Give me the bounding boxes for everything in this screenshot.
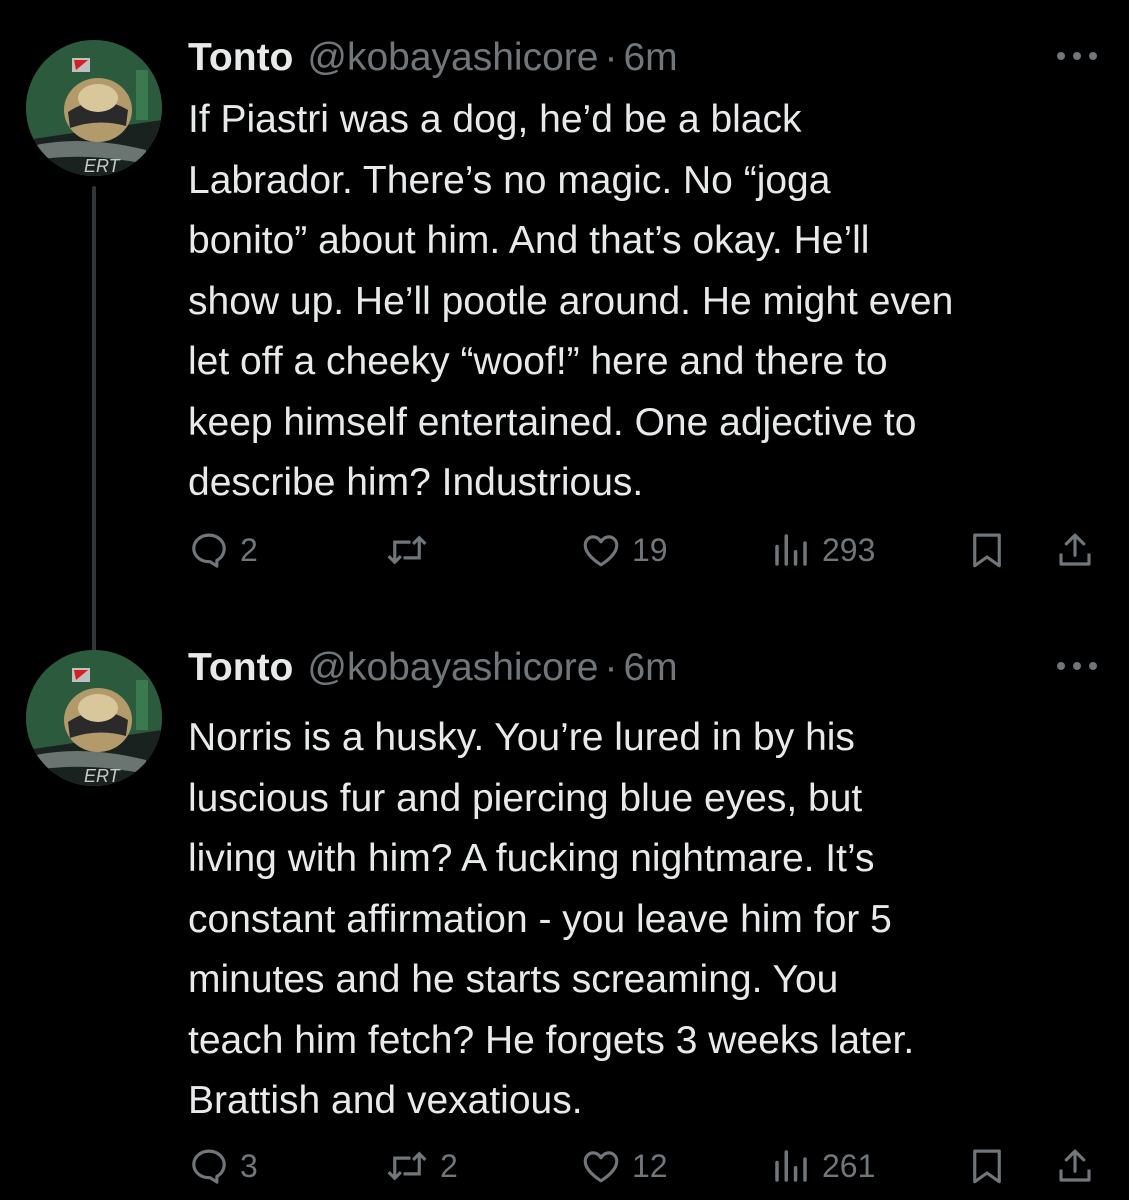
more-dots-icon[interactable] xyxy=(1057,658,1097,674)
avatar-image: ERT xyxy=(26,40,162,176)
tweet-text-line: minutes and he starts screaming. You xyxy=(188,958,839,1001)
bookmark-icon xyxy=(973,1149,1001,1184)
tweet-text-line: keep himself entertained. One adjective … xyxy=(188,400,917,444)
reply-button[interactable]: 3 xyxy=(188,1143,258,1189)
tweet-text-line: show up. He’ll pootle around. He might e… xyxy=(188,279,954,323)
reply-count: 2 xyxy=(240,531,258,568)
tweet-text: If Piastri was a dog, he’d be a black La… xyxy=(188,90,1108,514)
views-button[interactable]: 293 xyxy=(770,527,875,573)
bookmark-icon xyxy=(973,533,1001,568)
tweet-text-line: bonito” about him. And that’s okay. He’l… xyxy=(188,219,870,262)
view-count: 261 xyxy=(822,1147,876,1184)
timestamp[interactable]: 6m xyxy=(623,646,677,690)
action-bar: 3 2 12 261 xyxy=(0,1143,1129,1189)
user-handle[interactable]: @kobayashicore xyxy=(307,36,598,80)
share-button[interactable] xyxy=(1054,527,1096,573)
views-button[interactable]: 261 xyxy=(770,1143,875,1189)
tweet-text-line: Norris is a husky. You’re lured in by hi… xyxy=(188,716,855,759)
speech-bubble-icon xyxy=(192,1149,226,1184)
avatar[interactable]: ERT xyxy=(26,40,162,176)
like-button[interactable]: 12 xyxy=(580,1143,668,1189)
heart-icon xyxy=(583,535,619,567)
like-count: 12 xyxy=(632,1147,668,1184)
separator-dot: · xyxy=(604,646,618,689)
tweet-text-line: living with him? A fucking nightmare. It… xyxy=(188,837,875,880)
reply-count: 3 xyxy=(240,1147,258,1184)
tweet-text-line: let off a cheeky “woof!” here and there … xyxy=(188,340,888,383)
reply-button[interactable]: 2 xyxy=(188,527,258,573)
bookmark-button[interactable] xyxy=(966,1143,1008,1189)
tweet[interactable]: ERT Tonto @kobayashicore · 6m If Piastri… xyxy=(0,0,1129,656)
repost-count: 2 xyxy=(440,1147,458,1184)
heart-icon xyxy=(583,1151,619,1183)
repost-button[interactable]: 2 xyxy=(384,1143,458,1189)
display-name[interactable]: Tonto xyxy=(188,36,293,80)
tweet-text-line: luscious fur and piercing blue eyes, but xyxy=(188,776,863,820)
timestamp[interactable]: 6m xyxy=(623,36,677,80)
like-count: 19 xyxy=(632,531,668,568)
repost-arrows-icon xyxy=(387,1151,427,1181)
more-dots-icon[interactable] xyxy=(1057,48,1097,64)
thread-line xyxy=(92,186,96,656)
bar-chart-icon xyxy=(775,534,807,566)
repost-button[interactable] xyxy=(384,527,440,573)
svg-text:ERT: ERT xyxy=(84,156,122,176)
tweet-header: Tonto @kobayashicore · 6m xyxy=(188,644,678,692)
speech-bubble-icon xyxy=(192,533,226,568)
tweet-header: Tonto @kobayashicore · 6m xyxy=(188,34,678,82)
tweet-text-line: Brattish and vexatious. xyxy=(188,1079,583,1122)
share-upload-icon xyxy=(1059,533,1091,566)
bookmark-button[interactable] xyxy=(966,527,1008,573)
action-bar: 2 19 293 xyxy=(0,527,1129,573)
avatar[interactable]: ERT xyxy=(26,650,162,786)
share-upload-icon xyxy=(1059,1149,1091,1182)
tweet-text-line: describe him? Industrious. xyxy=(188,461,644,504)
tweet-text: Norris is a husky. You’re lured in by hi… xyxy=(188,708,1108,1132)
repost-arrows-icon xyxy=(387,535,427,565)
share-button[interactable] xyxy=(1054,1143,1096,1189)
tweet-text-line: Labrador. There’s no magic. No “joga xyxy=(188,158,831,202)
tweet[interactable]: ERT Tonto @kobayashicore · 6m Norris is … xyxy=(0,610,1129,1200)
user-handle[interactable]: @kobayashicore xyxy=(307,646,598,690)
bar-chart-icon xyxy=(775,1150,807,1182)
avatar-image: ERT xyxy=(26,650,162,786)
view-count: 293 xyxy=(822,531,876,568)
svg-text:ERT: ERT xyxy=(84,766,122,786)
separator-dot: · xyxy=(604,36,618,79)
like-button[interactable]: 19 xyxy=(580,527,668,573)
tweet-text-line: teach him fetch? He forgets 3 weeks late… xyxy=(188,1018,915,1062)
tweet-text-line: constant affirmation - you leave him for… xyxy=(188,897,892,941)
tweet-text-line: If Piastri was a dog, he’d be a black xyxy=(188,98,802,141)
display-name[interactable]: Tonto xyxy=(188,646,293,690)
